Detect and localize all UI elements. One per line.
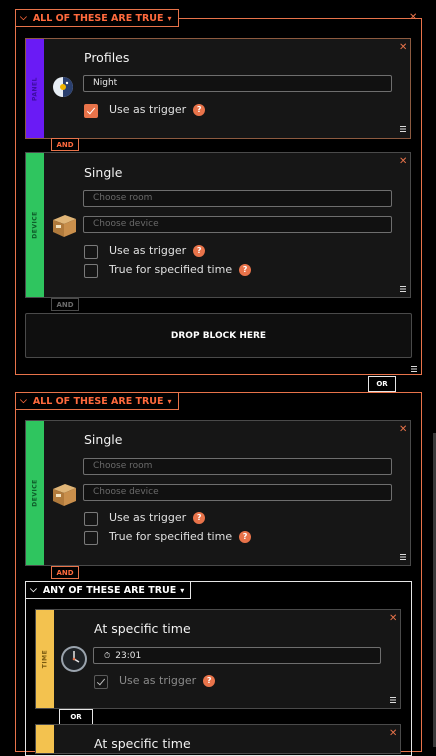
chevron-down-icon: ⌵ [30, 585, 37, 595]
use-as-trigger-label: Use as trigger [109, 511, 187, 524]
use-as-trigger-label: Use as trigger [109, 244, 187, 257]
help-icon[interactable]: ? [193, 245, 206, 257]
group-header-all-true-2[interactable]: ⌵ ALL OF THESE ARE TRUE ▾ [15, 392, 179, 410]
use-as-trigger-label: Use as trigger [119, 674, 197, 687]
close-icon[interactable]: ✕ [389, 728, 397, 739]
connector-and: AND [51, 138, 79, 151]
profiles-block: PANEL Profiles ✕ Night Use as trigger? [25, 38, 411, 139]
close-icon[interactable]: ✕ [389, 613, 397, 624]
use-as-trigger-checkbox[interactable] [84, 512, 98, 526]
drop-zone[interactable]: DROP BLOCK HERE [25, 313, 412, 358]
caret-down-icon: ▾ [167, 13, 172, 23]
group-header-label: ALL OF THESE ARE TRUE [32, 395, 164, 407]
chevron-down-icon: ⌵ [20, 396, 27, 406]
device-block-1: DEVICE Single ✕ Choose room Choose devic… [25, 152, 411, 298]
true-for-time-checkbox[interactable] [84, 531, 98, 545]
device-box-icon [51, 482, 78, 507]
help-icon[interactable]: ? [239, 531, 252, 543]
close-icon[interactable]: ✕ [399, 424, 407, 435]
panel-stripe: PANEL [26, 39, 44, 138]
caret-down-icon: ▾ [167, 396, 172, 406]
drag-handle-icon[interactable] [400, 126, 406, 132]
time-stripe: TIME [36, 610, 54, 708]
group-header-any-true[interactable]: ⌵ ANY OF THESE ARE TRUE ▾ [25, 581, 192, 599]
device-stripe: DEVICE [26, 421, 44, 565]
block-title: Profiles [84, 50, 130, 65]
group-header-label: ANY OF THESE ARE TRUE [42, 584, 177, 596]
block-title: Single [84, 432, 123, 447]
profile-select[interactable]: Night [83, 75, 392, 92]
drag-handle-icon[interactable] [400, 286, 406, 292]
time-input[interactable]: ⏱ 23:01 [93, 647, 381, 664]
group-header-label: ALL OF THESE ARE TRUE [32, 12, 164, 24]
connector-or: OR [59, 709, 93, 725]
stripe-label: PANEL [31, 76, 39, 101]
use-as-trigger-checkbox[interactable] [84, 245, 98, 259]
true-for-time-checkbox[interactable] [84, 264, 98, 278]
chevron-down-icon: ⌵ [20, 13, 27, 23]
use-as-trigger-row: Use as trigger? [109, 103, 206, 116]
use-as-trigger-row: Use as trigger? [119, 674, 216, 687]
block-title: At specific time [94, 621, 191, 636]
stripe-label: DEVICE [31, 211, 39, 239]
connector-and-placeholder: AND [51, 298, 79, 311]
group-header-all-true-1[interactable]: ⌵ ALL OF THESE ARE TRUE ▾ [15, 9, 179, 27]
use-as-trigger-label: Use as trigger [109, 103, 187, 116]
stripe-label: TIME [41, 649, 49, 669]
group-close-icon[interactable]: ✕ [409, 12, 417, 23]
help-icon[interactable]: ? [193, 104, 206, 116]
time-stripe [36, 725, 54, 753]
profiles-icon [52, 76, 74, 98]
true-for-time-row: True for specified time? [109, 530, 252, 543]
time-block-2: At specific time ✕ [35, 724, 401, 754]
close-icon[interactable]: ✕ [399, 42, 407, 53]
help-icon[interactable]: ? [203, 675, 216, 687]
connector-or: OR [368, 376, 396, 392]
clock-small-icon: ⏱ [104, 651, 111, 660]
connector-and: AND [51, 566, 79, 579]
true-for-time-row: True for specified time? [109, 263, 252, 276]
device-block-2: DEVICE Single ✕ Choose room Choose devic… [25, 420, 411, 566]
choose-device-input[interactable]: Choose device [83, 216, 392, 233]
choose-room-input[interactable]: Choose room [83, 458, 392, 475]
help-icon[interactable]: ? [239, 264, 252, 276]
drag-handle-icon[interactable] [390, 697, 396, 703]
choose-device-input[interactable]: Choose device [83, 484, 392, 501]
block-title: At specific time [94, 736, 191, 751]
use-as-trigger-checkbox[interactable] [84, 104, 98, 118]
stripe-label: DEVICE [31, 479, 39, 507]
block-title: Single [84, 165, 123, 180]
use-as-trigger-row: Use as trigger? [109, 511, 206, 524]
use-as-trigger-row: Use as trigger? [109, 244, 206, 257]
close-icon[interactable]: ✕ [399, 156, 407, 167]
help-icon[interactable]: ? [193, 512, 206, 524]
clock-icon [60, 645, 88, 673]
choose-room-input[interactable]: Choose room [83, 190, 392, 207]
use-as-trigger-checkbox[interactable] [94, 675, 108, 689]
time-value: 23:01 [115, 651, 142, 661]
drag-handle-icon[interactable] [400, 554, 406, 560]
device-box-icon [51, 213, 78, 238]
true-for-time-label: True for specified time [109, 263, 233, 276]
group-drag-handle-icon[interactable] [411, 366, 417, 372]
caret-down-icon: ▾ [180, 585, 185, 595]
time-block-1: TIME At specific time ✕ ⏱ 23:01 Use as tr… [35, 609, 401, 709]
device-stripe: DEVICE [26, 153, 44, 297]
true-for-time-label: True for specified time [109, 530, 233, 543]
